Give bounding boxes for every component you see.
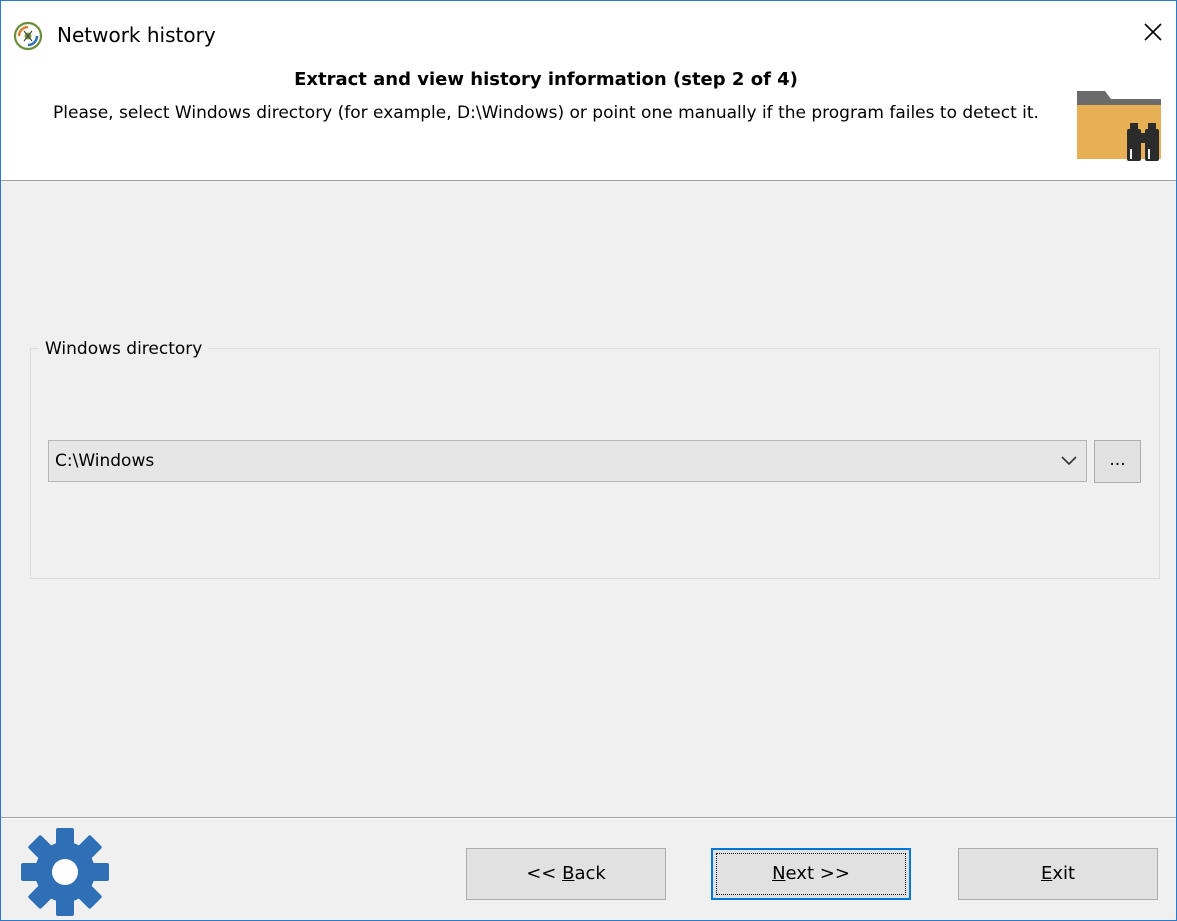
gear-icon: [21, 828, 109, 916]
footer-separator: [1, 817, 1176, 819]
next-button[interactable]: Next >>: [711, 848, 911, 900]
network-history-app-icon: [13, 21, 43, 51]
browse-button[interactable]: ...: [1094, 440, 1141, 483]
exit-label-rest: xit: [1052, 863, 1076, 884]
step-description: Please, select Windows directory (for ex…: [53, 103, 1039, 123]
exit-mnemonic: E: [1040, 863, 1053, 884]
step-title: Extract and view history information (st…: [294, 69, 798, 90]
close-icon: [1144, 23, 1162, 41]
back-button[interactable]: << Back: [466, 848, 666, 900]
back-prefix: <<: [526, 863, 563, 884]
directory-value: C:\Windows: [55, 451, 155, 471]
folder-binoculars-icon: [1077, 91, 1161, 161]
back-label-rest: ack: [574, 863, 606, 884]
window-title: Network history: [57, 23, 216, 47]
title-bar[interactable]: Network history: [1, 1, 1176, 63]
chevron-down-icon[interactable]: [1060, 453, 1078, 469]
exit-button[interactable]: Exit: [958, 848, 1158, 900]
wizard-window: Network history Extract and view history…: [0, 0, 1177, 921]
back-mnemonic: B: [562, 863, 575, 884]
wizard-header: Extract and view history information (st…: [1, 63, 1176, 181]
group-legend: Windows directory: [39, 337, 209, 361]
windows-directory-combobox[interactable]: C:\Windows: [48, 440, 1087, 482]
focus-rectangle: [716, 853, 906, 895]
close-button[interactable]: [1130, 9, 1176, 55]
